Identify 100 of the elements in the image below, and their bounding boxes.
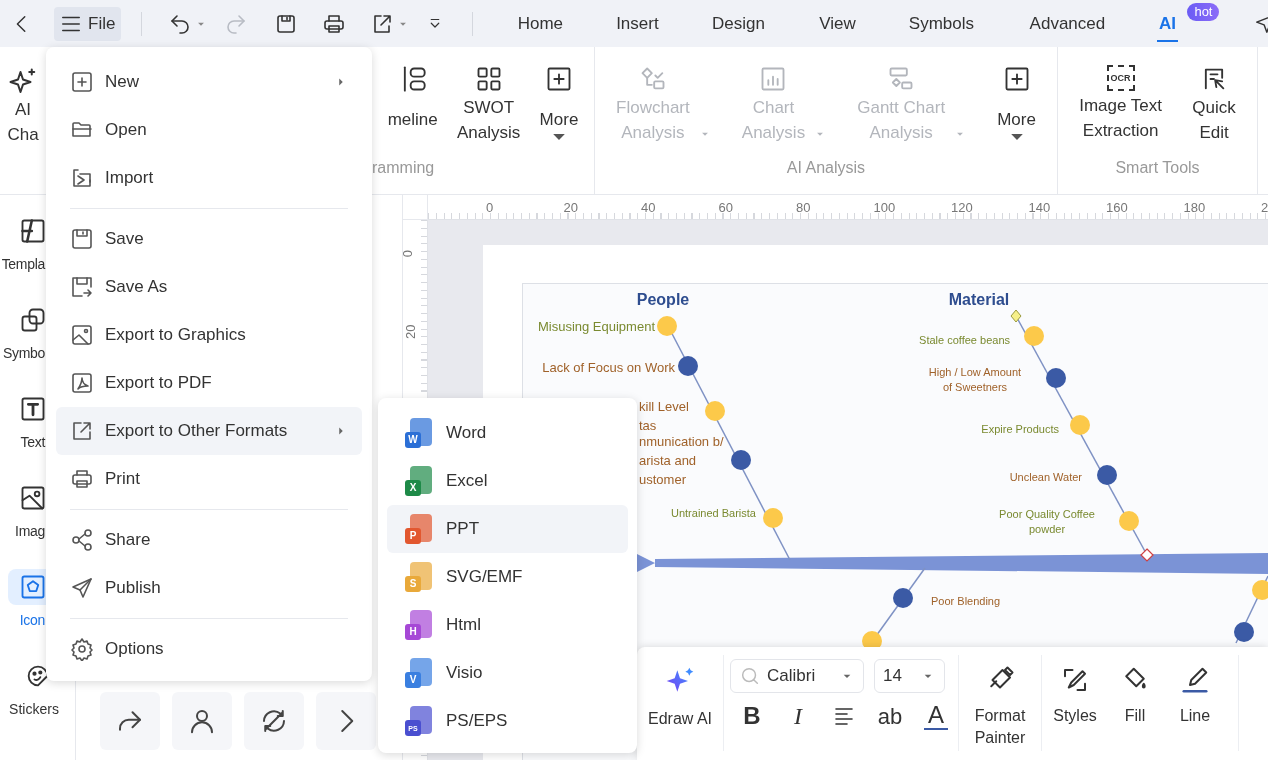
ribbon-button[interactable]: More bbox=[997, 65, 1036, 142]
group-label: ramming bbox=[372, 158, 436, 178]
cause-label: Expire Products bbox=[981, 421, 1059, 437]
cause-label: nmunication b/ arista and ustomer bbox=[639, 432, 724, 489]
cause-dot bbox=[1024, 326, 1044, 346]
cause-dot bbox=[763, 508, 783, 528]
ribbon-button[interactable]: SWOT Analysis bbox=[457, 65, 521, 145]
ruler-label: 40 bbox=[641, 199, 656, 217]
toolbar-button[interactable]: Format Painter bbox=[959, 665, 1041, 749]
menu-item[interactable]: Open bbox=[56, 106, 362, 154]
cause-dot bbox=[1070, 415, 1090, 435]
cause-dot bbox=[1097, 465, 1117, 485]
tab[interactable]: Advanced bbox=[999, 0, 1136, 47]
hot-badge: hot bbox=[1187, 3, 1220, 21]
font-color-button[interactable]: A bbox=[916, 699, 956, 733]
cause-dot bbox=[1046, 368, 1066, 388]
tab[interactable]: Home bbox=[495, 0, 586, 47]
ruler-label: 80 bbox=[796, 199, 811, 217]
ruler-label: 140 bbox=[1028, 199, 1051, 217]
ruler-label: 20 bbox=[402, 324, 420, 339]
cause-dot bbox=[1119, 511, 1139, 531]
menu-item[interactable]: V Visio bbox=[387, 649, 628, 697]
menu-item[interactable]: Export to Other Formats bbox=[56, 407, 362, 455]
handle-marker bbox=[1140, 548, 1154, 562]
cause-dot bbox=[678, 356, 698, 376]
cause-label: Poor Quality Coffee powder bbox=[999, 506, 1095, 537]
ruler-label: 60 bbox=[718, 199, 733, 217]
pdf-icon bbox=[70, 371, 94, 395]
file-button[interactable]: File bbox=[54, 6, 122, 41]
paper-plane-icon bbox=[70, 576, 94, 600]
library-icon-button[interactable] bbox=[172, 692, 232, 750]
group-label: Smart Tools bbox=[1114, 158, 1201, 178]
cause-label: Lack of Focus on Work bbox=[542, 358, 675, 377]
save-icon bbox=[70, 227, 94, 251]
menu-item[interactable]: X Excel bbox=[387, 457, 628, 505]
menu-item[interactable]: P PPT bbox=[387, 505, 628, 553]
bold-button[interactable]: B bbox=[732, 699, 772, 733]
menu-item[interactable]: Import bbox=[56, 154, 362, 202]
graphics-icon bbox=[70, 323, 94, 347]
italic-button[interactable]: I bbox=[778, 699, 818, 733]
font-size-dropdown[interactable]: 14 bbox=[874, 659, 945, 693]
plus-square-icon bbox=[70, 70, 94, 94]
tab[interactable]: View bbox=[791, 0, 884, 47]
cause-label: High / Low Amount of Sweetners bbox=[928, 364, 1022, 395]
menu-item[interactable]: H Html bbox=[387, 601, 628, 649]
cause-label: Misusing Equipment bbox=[537, 317, 655, 336]
toolbar-button[interactable]: Styles bbox=[1042, 665, 1108, 727]
ruler-label: 20 bbox=[563, 199, 578, 217]
library-icon-button[interactable] bbox=[244, 692, 304, 750]
ruler-label: 120 bbox=[951, 199, 973, 217]
pen-line-icon bbox=[1180, 665, 1210, 695]
toolbar-button[interactable]: Fill bbox=[1108, 665, 1162, 727]
icon-icon bbox=[19, 573, 47, 601]
ribbon-button[interactable]: AI Cha bbox=[0, 47, 46, 194]
templates-icon bbox=[19, 217, 47, 245]
settings-icon bbox=[70, 637, 94, 661]
ruler-label: 2 bbox=[1261, 199, 1268, 217]
menu-item[interactable]: S SVG/EMF bbox=[387, 553, 628, 601]
category-heading: Material bbox=[948, 290, 1010, 310]
cause-label: Untrained Barista bbox=[671, 505, 756, 521]
ruler-label: 180 bbox=[1183, 199, 1206, 217]
cause-dot bbox=[731, 450, 751, 470]
ocr-icon: OCR bbox=[1106, 65, 1135, 91]
cause-dot bbox=[893, 588, 913, 608]
group-label: AI Analysis bbox=[785, 158, 867, 178]
tab[interactable]: Insert bbox=[589, 0, 686, 47]
cause-dot bbox=[1234, 622, 1254, 642]
print-icon bbox=[70, 467, 94, 491]
share-icon bbox=[70, 528, 94, 552]
tab[interactable]: Symbols bbox=[887, 0, 996, 47]
menu-item[interactable]: Publish bbox=[56, 564, 362, 612]
text-icon bbox=[19, 395, 47, 423]
font-dropdown[interactable]: Calibri bbox=[730, 659, 864, 693]
cause-label: Poor Blending bbox=[931, 593, 1001, 609]
edraw-ai-button[interactable]: Edraw AI bbox=[637, 665, 723, 731]
ribbon-button[interactable]: meline bbox=[387, 65, 438, 132]
cause-label: Unclean Water bbox=[1009, 469, 1082, 485]
ribbon-button[interactable]: Quick Edit bbox=[1192, 65, 1236, 145]
search-icon bbox=[739, 665, 761, 687]
cause-dot bbox=[705, 401, 725, 421]
text-case-button[interactable]: ab bbox=[870, 699, 910, 733]
symbols-icon bbox=[19, 306, 47, 334]
save-as-icon bbox=[70, 275, 94, 299]
export-icon bbox=[70, 419, 94, 443]
menu-item[interactable]: W Word bbox=[387, 409, 628, 457]
cause-label: Stale coffee beans bbox=[919, 332, 1010, 348]
import-icon bbox=[70, 166, 94, 190]
ruler-label: 160 bbox=[1106, 199, 1128, 217]
library-icon-button[interactable] bbox=[100, 692, 160, 750]
image-icon bbox=[19, 484, 47, 512]
ruler-label: 100 bbox=[873, 199, 896, 217]
cause-dot bbox=[657, 316, 677, 336]
ribbon-button[interactable]: More bbox=[539, 65, 579, 142]
ruler-label: 0 bbox=[486, 199, 494, 217]
menu-item[interactable]: New bbox=[56, 58, 362, 106]
handle-marker bbox=[1010, 309, 1022, 323]
toolbar-button[interactable]: Line bbox=[1162, 665, 1228, 727]
ribbon-button[interactable]: OCR Image Text Extraction bbox=[1079, 65, 1162, 143]
tab[interactable]: Design bbox=[689, 0, 788, 47]
category-heading: People bbox=[636, 290, 690, 310]
